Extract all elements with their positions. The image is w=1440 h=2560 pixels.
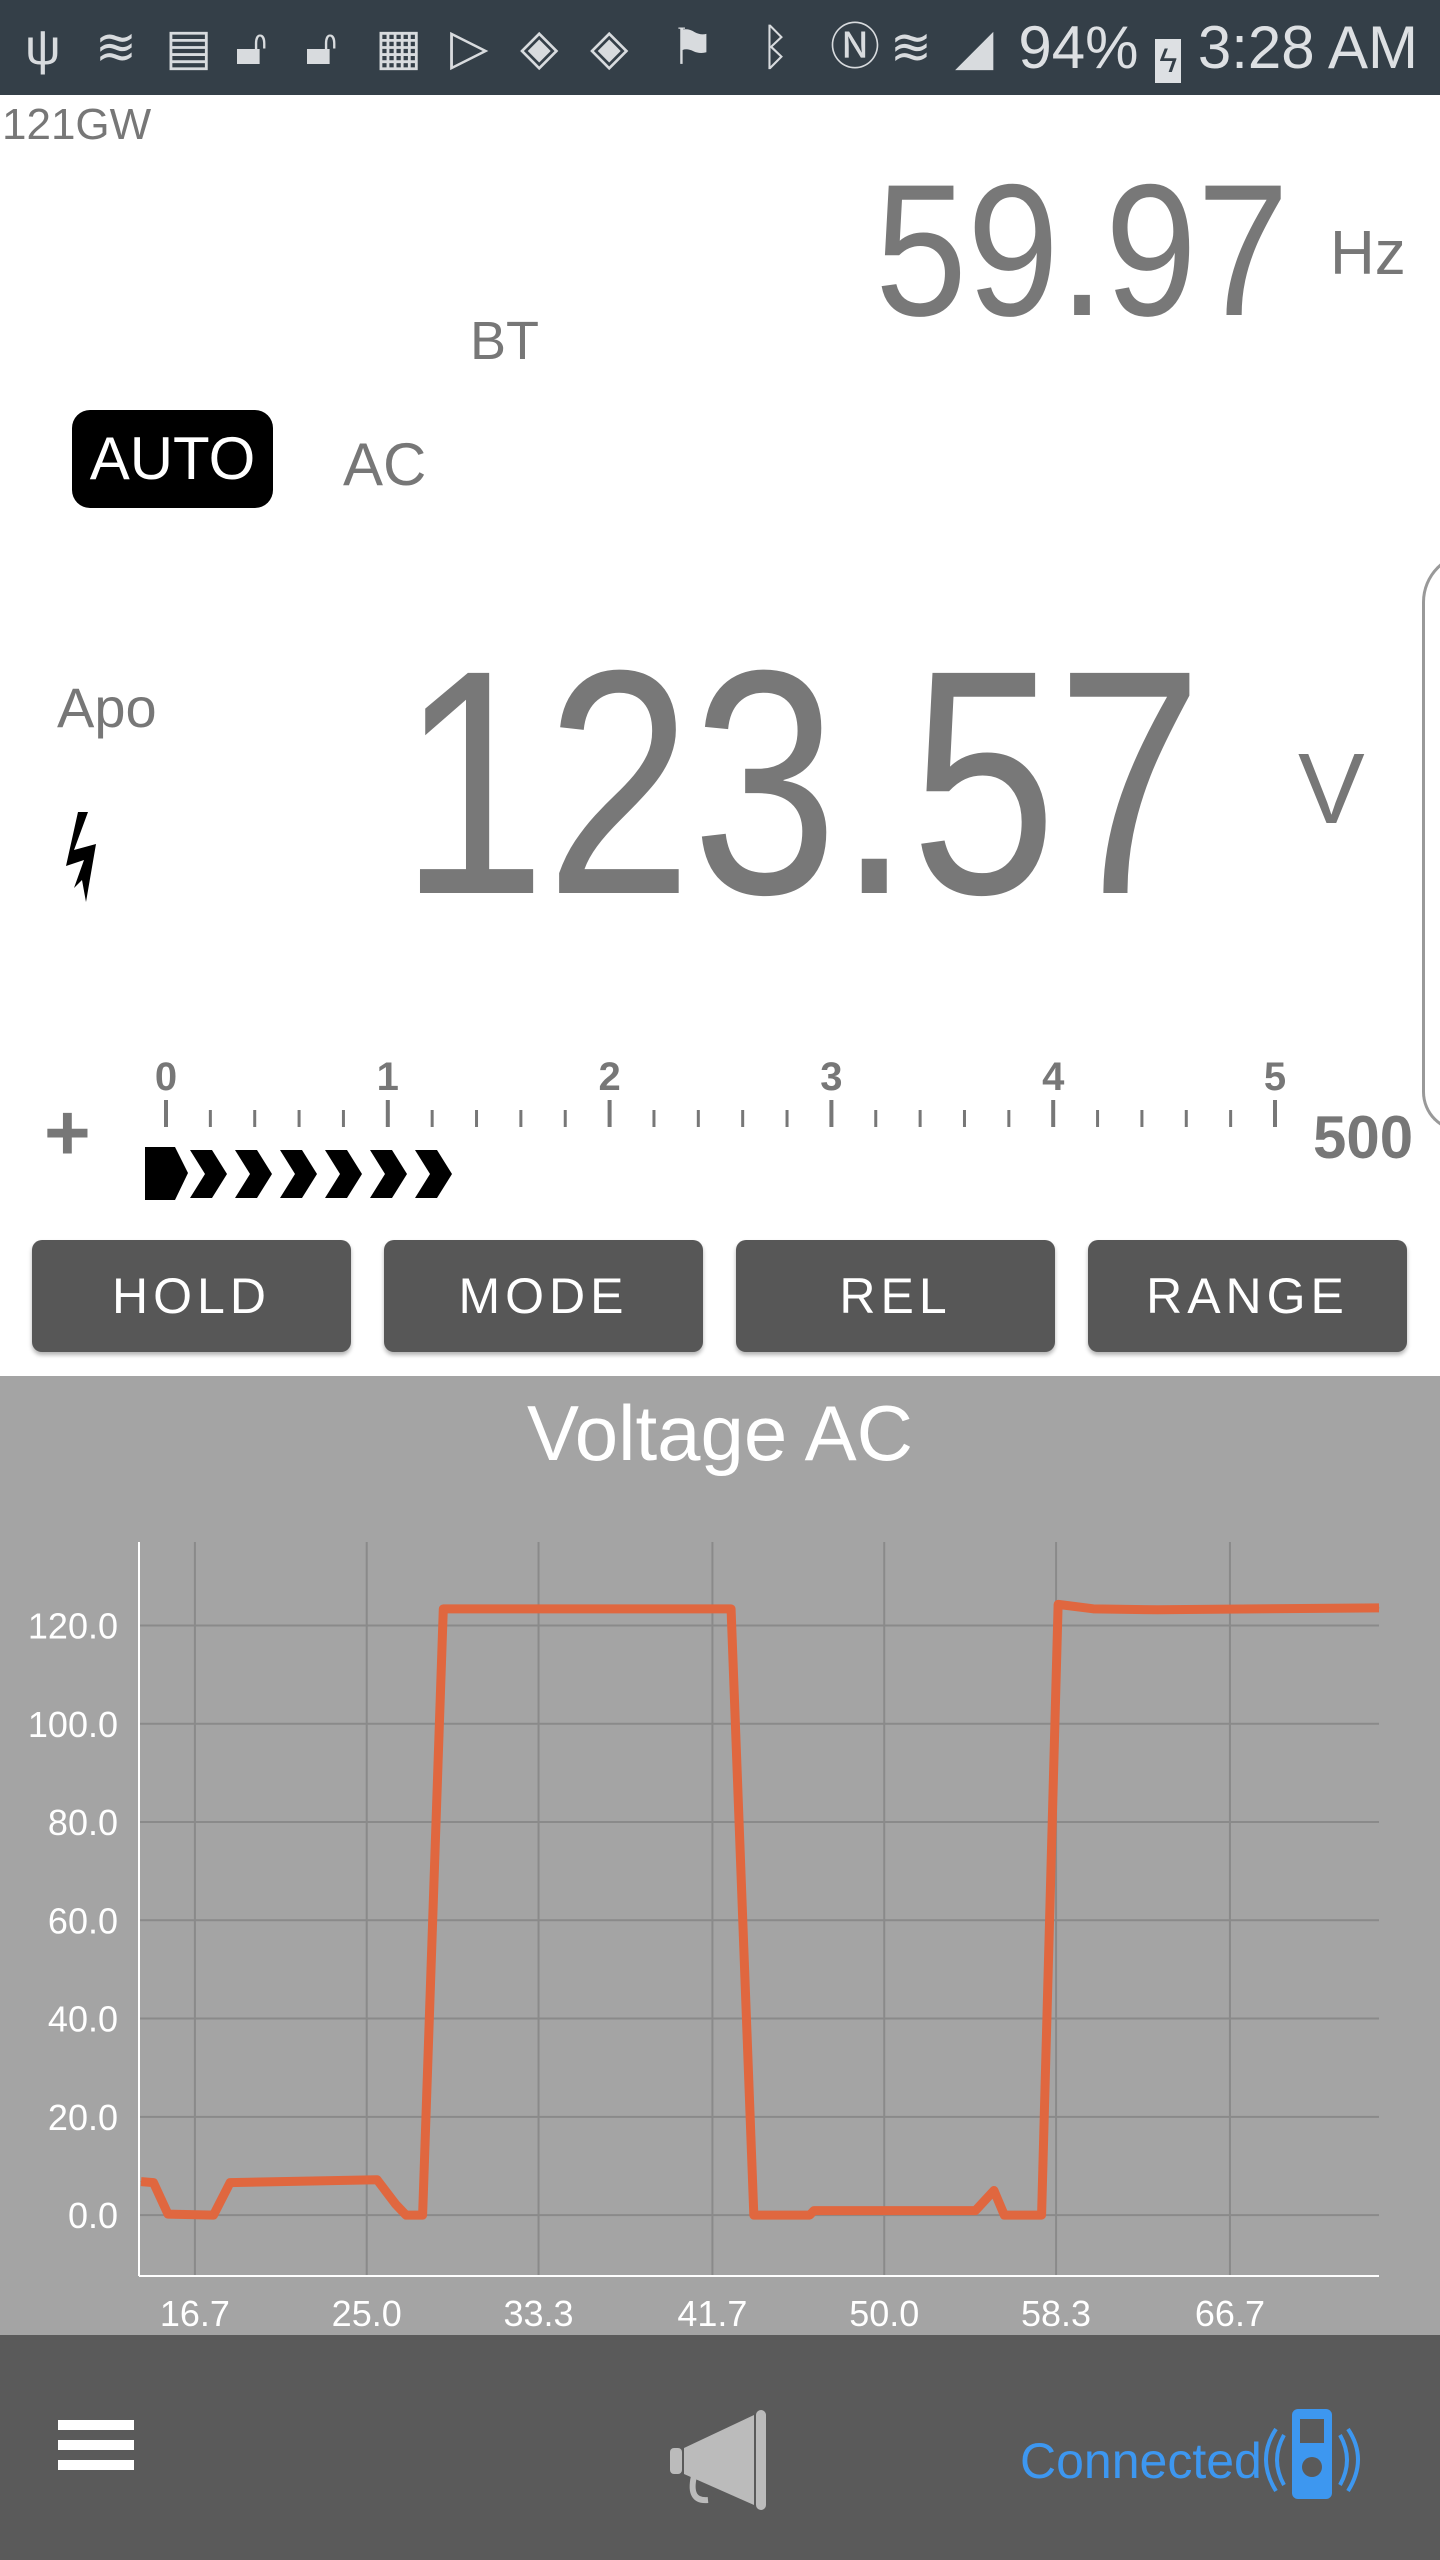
flag-icon: ⚑ xyxy=(670,19,715,75)
nfc-icon: Ⓝ xyxy=(830,19,880,75)
wifi-data-icon: ≋ xyxy=(890,19,932,75)
bargraph-segment xyxy=(190,1150,227,1198)
data-point xyxy=(1057,1603,1059,1605)
lightning-icon xyxy=(66,812,96,902)
y-tick-label: 60.0 xyxy=(48,1900,118,1941)
x-tick-label: 25.0 xyxy=(332,2293,402,2334)
bargraph-segment xyxy=(325,1150,362,1198)
range-button[interactable]: RANGE xyxy=(1088,1240,1407,1352)
lock-open-icon: 🔓︎ xyxy=(305,19,338,75)
x-tick-label: 66.7 xyxy=(1195,2293,1265,2334)
x-tick-label: 16.7 xyxy=(160,2293,230,2334)
auto-power-off-indicator: Apo xyxy=(57,676,157,739)
x-tick-label: 41.7 xyxy=(677,2293,747,2334)
bargraph-segment xyxy=(370,1150,407,1198)
data-point xyxy=(813,2210,815,2212)
data-point xyxy=(422,2214,424,2216)
calendar-icon: ▤ xyxy=(165,19,213,75)
secondary-unit: Hz xyxy=(1330,219,1406,288)
y-tick-label: 20.0 xyxy=(48,2097,118,2138)
data-point xyxy=(405,2214,407,2216)
status-bar: ψ ≋ ▤ 🔓︎ 🔓︎ ▦ ▷ ◈ ◈ ⚑ ᛒ Ⓝ ≋ ◢ 94% ϟ 3:28 AM xyxy=(0,0,1440,95)
data-point xyxy=(753,2214,755,2216)
voltage-series-line xyxy=(140,1599,1380,2220)
data-point xyxy=(809,2214,811,2216)
data-point xyxy=(1378,1607,1380,1609)
play-store-icon: ▷ xyxy=(450,19,489,75)
bargraph-segment xyxy=(415,1150,452,1198)
bargraph-segment xyxy=(235,1150,272,1198)
y-tick-label: 80.0 xyxy=(48,1802,118,1843)
bluetooth-label: BT xyxy=(470,311,540,371)
data-point xyxy=(152,2182,154,2184)
data-point xyxy=(1003,2214,1005,2216)
bargraph-range: 500 xyxy=(1313,1104,1414,1171)
battery-percent: 94% xyxy=(1018,14,1139,81)
data-point xyxy=(1092,1608,1094,1610)
x-tick-label: 50.0 xyxy=(849,2293,919,2334)
main-display: 123.57 xyxy=(400,603,1203,961)
data-point xyxy=(140,2181,142,2183)
rel-button[interactable]: REL xyxy=(736,1240,1055,1352)
bargraph-scale-label: 4 xyxy=(1042,1055,1065,1099)
chart-panel: Voltage AC 0.0 20.0 40.0 60.0 80.0 100.0 120.0… xyxy=(0,1376,1440,2336)
data-point xyxy=(213,2214,215,2216)
data-point xyxy=(1156,1609,1158,1611)
main-unit: V xyxy=(1298,733,1365,845)
data-point xyxy=(993,2190,995,2192)
usb-icon: ψ xyxy=(25,19,61,75)
y-tick-label: 0.0 xyxy=(68,2195,118,2236)
x-tick-label: 58.3 xyxy=(1021,2293,1091,2334)
voltage-chart: 0.0 20.0 40.0 60.0 80.0 100.0 120.0 16.7 25.0 33.… xyxy=(28,1542,1380,2334)
wifi-icon: ≋ xyxy=(95,19,137,75)
hold-button[interactable]: HOLD xyxy=(32,1240,351,1352)
data-point xyxy=(1041,2214,1043,2216)
battery-charging-icon: ϟ xyxy=(1155,39,1182,83)
bargraph-scale-label: 2 xyxy=(598,1055,620,1099)
auto-range-badge: AUTO xyxy=(72,410,273,508)
lock-open-icon: 🔓︎ xyxy=(235,19,268,75)
connection-status[interactable]: Connected xyxy=(1020,2432,1262,2490)
ac-indicator: AC xyxy=(343,431,427,498)
megaphone-icon[interactable] xyxy=(668,2410,772,2510)
data-point xyxy=(167,2213,169,2215)
x-tick-label: 33.3 xyxy=(503,2293,573,2334)
sim-x-icon: ▦ xyxy=(375,19,423,75)
status-text: 94% ϟ 3:28 AM xyxy=(1018,16,1418,83)
bargraph-scale-label: 5 xyxy=(1264,1055,1286,1099)
side-panel-edge[interactable] xyxy=(1422,552,1440,1132)
device-model: 121GW xyxy=(2,100,152,144)
data-point xyxy=(395,2203,397,2205)
multimeter-wireless-icon[interactable] xyxy=(1262,2405,1362,2505)
bargraph-start-segment xyxy=(145,1147,188,1200)
mode-button[interactable]: MODE xyxy=(384,1240,703,1352)
data-point xyxy=(229,2182,231,2184)
bargraph-scale-label: 1 xyxy=(377,1055,399,1099)
bargraph-sign: + xyxy=(44,1088,91,1177)
y-tick-label: 120.0 xyxy=(28,1606,118,1647)
data-point xyxy=(442,1608,444,1610)
y-tick-label: 40.0 xyxy=(48,1999,118,2040)
bargraph-scale-label: 3 xyxy=(820,1055,842,1099)
signal-icon: ◢ xyxy=(955,19,994,75)
bluetooth-icon: ᛒ xyxy=(760,19,790,75)
bargraph-segment xyxy=(280,1150,317,1198)
data-point xyxy=(730,1608,732,1610)
clock: 3:28 AM xyxy=(1197,14,1418,81)
bargraph: 0 1 2 3 4 5 xyxy=(145,1055,1286,1200)
bargraph-scale-label: 0 xyxy=(155,1055,177,1099)
data-point xyxy=(974,2210,976,2212)
secondary-display: 59.97 xyxy=(875,145,1290,355)
y-tick-label: 100.0 xyxy=(28,1704,118,1745)
vpn-shield-icon: ◈ xyxy=(590,19,629,75)
data-point xyxy=(376,2179,378,2181)
vpn-shield-icon: ◈ xyxy=(520,19,559,75)
hamburger-icon[interactable] xyxy=(58,2420,134,2470)
